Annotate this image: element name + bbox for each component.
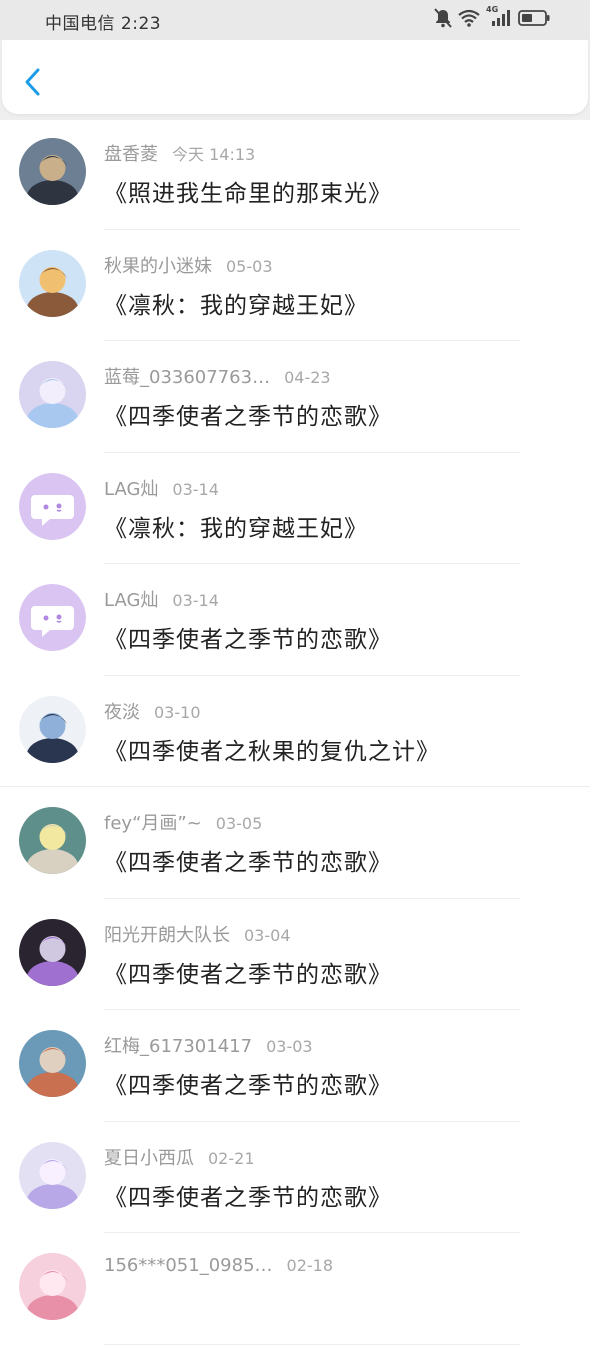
chevron-left-icon [25, 68, 40, 96]
message-meta: 盘香菱 今天 14:13 [104, 140, 255, 166]
status-icons: 4G [434, 5, 550, 28]
user-avatar[interactable] [19, 695, 86, 763]
book-title: 《凛秋：我的穿越王妃》 [104, 292, 368, 319]
back-button[interactable] [18, 64, 48, 100]
wifi-icon [458, 9, 480, 27]
navigation-bar [2, 40, 588, 114]
default-avatar-chat-icon[interactable] [19, 472, 86, 540]
divider [104, 1343, 520, 1345]
message-meta: 秋果的小迷妹 05-03 [104, 252, 273, 278]
timestamp: 03-04 [244, 925, 291, 945]
message-list-item[interactable]: LAG灿 03-14 《凛秋：我的穿越王妃》 [0, 453, 590, 564]
timestamp: 02-18 [286, 1256, 334, 1275]
message-meta: fey“月画”~ 03-05 [104, 809, 262, 835]
message-list-item[interactable]: 夜淡 03-10 《四季使者之秋果的复仇之计》 [0, 676, 590, 787]
user-avatar[interactable] [19, 1141, 86, 1209]
timestamp: 04-23 [284, 368, 331, 387]
user-avatar[interactable] [19, 918, 86, 986]
message-meta: LAG灿 03-14 [104, 586, 219, 612]
username[interactable]: 秋果的小迷妹 [104, 256, 212, 277]
network-type-label: 4G [486, 5, 499, 14]
book-title: 《四季使者之季节的恋歌》 [104, 850, 392, 876]
username[interactable]: 夏日小西瓜 [104, 1148, 194, 1169]
book-title: 《四季使者之秋果的复仇之计》 [104, 738, 440, 765]
user-avatar[interactable] [19, 249, 86, 317]
message-list-item[interactable]: 夏日小西瓜 02-21 《四季使者之季节的恋歌》 [0, 1122, 590, 1233]
book-title: 《凛秋：我的穿越王妃》 [104, 515, 368, 542]
timestamp: 05-03 [226, 256, 273, 276]
message-list: 盘香菱 今天 14:13 《照进我生命里的那束光》秋果的小迷妹 05-03 《凛秋：我的… [0, 118, 590, 1345]
username[interactable]: 蓝莓_033607763… [104, 367, 270, 388]
timestamp: 03-10 [154, 702, 201, 722]
username[interactable]: LAG灿 [104, 590, 158, 611]
user-avatar[interactable] [19, 807, 86, 874]
timestamp: 03-03 [266, 1037, 313, 1056]
book-title: 《四季使者之季节的恋歌》 [104, 961, 392, 988]
message-list-item[interactable]: 秋果的小迷妹 05-03 《凛秋：我的穿越王妃》 [0, 230, 590, 341]
user-avatar[interactable] [19, 361, 86, 428]
username[interactable]: LAG灿 [104, 479, 158, 500]
carrier-time: 中国电信 2:23 [45, 14, 162, 34]
username[interactable]: 夜淡 [104, 702, 140, 723]
user-avatar[interactable] [19, 1030, 86, 1097]
timestamp: 03-14 [172, 591, 219, 610]
book-title: 《四季使者之季节的恋歌》 [104, 1073, 392, 1099]
message-meta: 156***051_0985… 02-18 [104, 1255, 333, 1276]
default-avatar-chat-icon[interactable] [19, 584, 86, 651]
message-meta: 夜淡 03-10 [104, 698, 201, 724]
cellular-signal-icon: 4G [486, 5, 512, 27]
user-avatar[interactable] [19, 138, 86, 205]
book-title: 《四季使者之季节的恋歌》 [104, 627, 392, 653]
message-meta: 蓝莓_033607763… 04-23 [104, 363, 331, 389]
book-title: 《四季使者之季节的恋歌》 [104, 404, 392, 430]
username[interactable]: 盘香菱 [104, 144, 158, 165]
book-title: 《照进我生命里的那束光》 [104, 181, 392, 207]
timestamp: 03-05 [215, 814, 263, 833]
message-list-item[interactable]: 156***051_0985… 02-18 [0, 1233, 590, 1345]
navigation-area [0, 40, 590, 120]
bell-muted-icon [434, 8, 452, 28]
timestamp: 02-21 [208, 1148, 255, 1168]
book-title: 《四季使者之季节的恋歌》 [104, 1184, 392, 1211]
message-list-item[interactable]: 红梅_617301417 03-03 《四季使者之季节的恋歌》 [0, 1010, 590, 1122]
message-list-item[interactable]: 盘香菱 今天 14:13 《照进我生命里的那束光》 [0, 118, 590, 230]
message-list-item[interactable]: 蓝莓_033607763… 04-23 《四季使者之季节的恋歌》 [0, 341, 590, 453]
username[interactable]: 红梅_617301417 [104, 1036, 252, 1057]
message-meta: 红梅_617301417 03-03 [104, 1032, 313, 1058]
user-avatar[interactable] [19, 1253, 86, 1320]
message-list-item[interactable]: 阳光开朗大队长 03-04 《四季使者之季节的恋歌》 [0, 899, 590, 1010]
message-meta: LAG灿 03-14 [104, 475, 219, 501]
status-bar: 中国电信 2:23 4G [0, 0, 590, 40]
message-list-item[interactable]: LAG灿 03-14 《四季使者之季节的恋歌》 [0, 564, 590, 676]
timestamp: 03-14 [172, 479, 219, 499]
username[interactable]: 阳光开朗大队长 [104, 925, 230, 946]
message-list-item[interactable]: fey“月画”~ 03-05 《四季使者之季节的恋歌》 [0, 787, 590, 899]
message-meta: 夏日小西瓜 02-21 [104, 1144, 255, 1170]
battery-icon [518, 9, 550, 27]
username[interactable]: 156***051_0985… [104, 1255, 273, 1276]
username[interactable]: fey“月画”~ [104, 813, 202, 834]
timestamp: 今天 14:13 [172, 145, 256, 164]
message-meta: 阳光开朗大队长 03-04 [104, 921, 291, 947]
